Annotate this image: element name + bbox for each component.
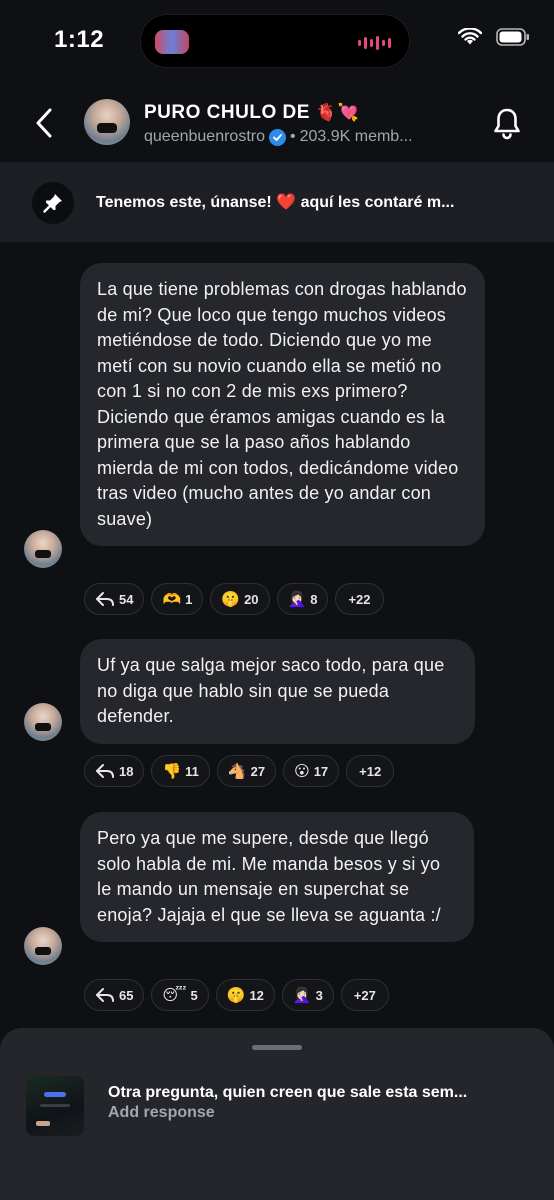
reaction-count: 3 bbox=[315, 987, 323, 1003]
shushing-face-emoji-icon: 🤫 bbox=[226, 986, 246, 1004]
sleeping-face-emoji-icon: 😴 bbox=[162, 986, 187, 1004]
audio-waveform-icon bbox=[358, 36, 391, 50]
reaction-count: 5 bbox=[190, 987, 198, 1003]
shushing-face-emoji-icon: 🤫 bbox=[221, 590, 241, 608]
facepalm-emoji-icon: 🤦🏻‍♀️ bbox=[292, 986, 312, 1004]
wifi-icon bbox=[458, 28, 482, 45]
sender-avatar[interactable] bbox=[24, 927, 62, 965]
reaction-count: 54 bbox=[119, 591, 134, 607]
back-arrow-icon[interactable] bbox=[30, 106, 60, 140]
reply-count[interactable]: 18 bbox=[84, 755, 145, 787]
sheet-drag-handle[interactable] bbox=[252, 1045, 302, 1050]
reaction-chip[interactable]: 👎 11 bbox=[151, 755, 210, 787]
prompt-thumbnail bbox=[26, 1076, 84, 1136]
reply-arrow-icon bbox=[96, 592, 114, 606]
channel-username: queenbuenrostro bbox=[144, 128, 265, 145]
channel-subtitle: queenbuenrostro • 203.9K memb... bbox=[144, 128, 413, 146]
reply-arrow-icon bbox=[96, 764, 114, 778]
channel-title[interactable]: PURO CHULO DE 🫀💘 bbox=[144, 102, 359, 124]
dynamic-island[interactable] bbox=[140, 14, 410, 68]
heart-hands-emoji-icon: 🫶 bbox=[162, 590, 182, 608]
reaction-count: 27 bbox=[250, 763, 266, 779]
message-bubble[interactable]: La que tiene problemas con drogas hablan… bbox=[80, 263, 485, 546]
status-time: 1:12 bbox=[54, 26, 105, 53]
message-bubble[interactable]: Uf ya que salga mejor saco todo, para qu… bbox=[80, 639, 475, 744]
reaction-count: 65 bbox=[119, 987, 134, 1003]
battery-icon bbox=[496, 28, 529, 46]
channel-avatar[interactable] bbox=[84, 99, 130, 145]
reaction-chip[interactable]: 🐴 27 bbox=[216, 755, 277, 787]
more-reactions[interactable]: +27 bbox=[340, 979, 389, 1011]
prompt-title: Otra pregunta, quien creen que sale esta… bbox=[108, 1084, 468, 1101]
reaction-chip[interactable]: 😴 5 bbox=[151, 979, 209, 1011]
pinned-message[interactable]: Tenemos este, únanse! ❤️ aquí les contar… bbox=[0, 162, 554, 242]
reply-count[interactable]: 54 bbox=[84, 583, 145, 615]
reaction-count: 11 bbox=[185, 763, 199, 779]
question-prompt-sheet[interactable]: Otra pregunta, quien creen que sale esta… bbox=[0, 1028, 554, 1200]
reply-count[interactable]: 65 bbox=[84, 979, 145, 1011]
reaction-count: 20 bbox=[244, 591, 259, 607]
add-response-link[interactable]: Add response bbox=[108, 1104, 215, 1122]
pinned-text: Tenemos este, únanse! ❤️ aquí les contar… bbox=[96, 194, 455, 211]
member-count: 203.9K memb... bbox=[299, 128, 413, 145]
reaction-chip[interactable]: 🤦🏻‍♀️ 8 bbox=[276, 583, 329, 615]
channel-title-text: PURO CHULO DE bbox=[144, 102, 310, 123]
reaction-bar: 65 😴 5 🤫 12 🤦🏻‍♀️ 3 +27 bbox=[84, 979, 389, 1011]
reaction-chip[interactable]: 🤫 12 bbox=[215, 979, 275, 1011]
reaction-count: 12 bbox=[249, 987, 264, 1003]
reaction-bar: 54 🫶 1 🤫 20 🤦🏻‍♀️ 8 +22 bbox=[84, 583, 384, 615]
bell-icon[interactable] bbox=[490, 106, 524, 140]
facepalm-emoji-icon: 🤦🏻‍♀️ bbox=[287, 590, 307, 608]
reply-arrow-icon bbox=[96, 988, 114, 1002]
reaction-count: 17 bbox=[313, 763, 329, 779]
sender-avatar[interactable] bbox=[24, 703, 62, 741]
channel-header: PURO CHULO DE 🫀💘 queenbuenrostro • 203.9… bbox=[0, 82, 554, 162]
reaction-chip[interactable]: 🤦🏻‍♀️ 3 bbox=[281, 979, 334, 1011]
reaction-count: 18 bbox=[119, 763, 134, 779]
sender-avatar[interactable] bbox=[24, 530, 62, 568]
channel-title-emoji: 🫀💘 bbox=[315, 103, 360, 122]
pin-icon bbox=[32, 182, 74, 224]
now-playing-thumbnail bbox=[155, 30, 189, 54]
status-icons bbox=[458, 28, 530, 46]
reaction-chip[interactable]: 😮 17 bbox=[283, 755, 340, 787]
surprised-face-emoji-icon: 😮 bbox=[294, 762, 310, 780]
horse-emoji-icon: 🐴 bbox=[227, 762, 247, 780]
reaction-count: 8 bbox=[310, 591, 318, 607]
message-bubble[interactable]: Pero ya que me supere, desde que llegó s… bbox=[80, 812, 474, 942]
more-reactions[interactable]: +22 bbox=[335, 583, 384, 615]
reaction-chip[interactable]: 🤫 20 bbox=[210, 583, 270, 615]
verified-badge-icon bbox=[268, 128, 286, 146]
thumbs-down-emoji-icon: 👎 bbox=[162, 762, 182, 780]
more-reactions[interactable]: +12 bbox=[346, 755, 395, 787]
reaction-bar: 18 👎 11 🐴 27 😮 17 +12 bbox=[84, 755, 395, 787]
reaction-count: 1 bbox=[185, 591, 193, 607]
dot-separator: • bbox=[289, 128, 296, 145]
status-bar: 1:12 bbox=[0, 0, 554, 82]
reaction-chip[interactable]: 🫶 1 bbox=[151, 583, 204, 615]
